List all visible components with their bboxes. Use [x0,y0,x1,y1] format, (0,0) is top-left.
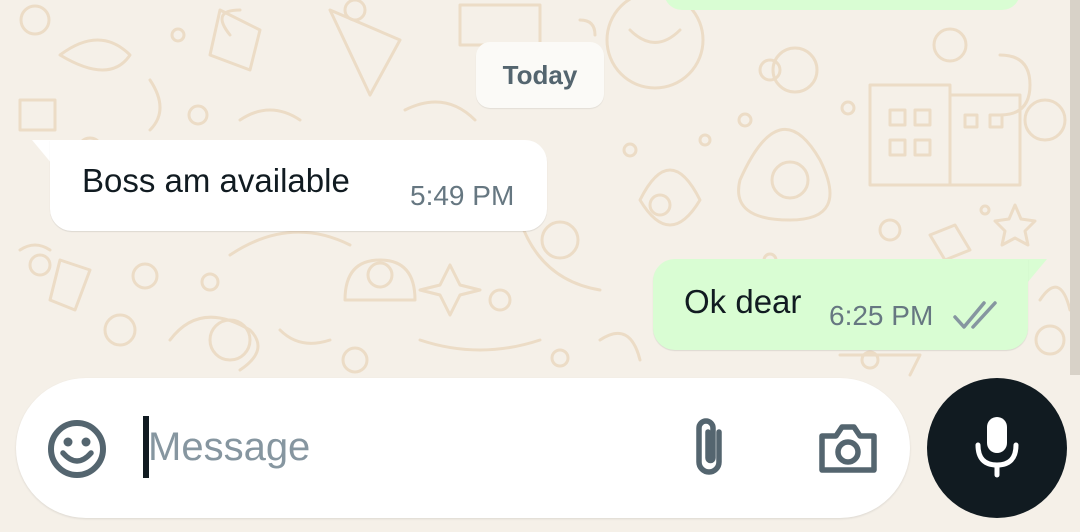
read-ticks-icon [953,301,997,329]
chat-scrollbar[interactable] [1070,0,1080,375]
microphone-icon [975,417,1019,478]
message-text: Boss am available [82,162,350,199]
message-time: 6:25 PM [829,300,934,331]
emoji-icon[interactable] [44,416,110,482]
outgoing-bubble-tail [1027,259,1047,283]
message-text: Ok dear [684,283,802,320]
outgoing-message-bubble[interactable]: Ok dear 6:25 PM [653,259,1028,350]
message-composer [16,378,910,518]
incoming-message-bubble[interactable]: Boss am available 5:49 PM [50,140,547,231]
date-separator-label: Today [502,59,578,90]
date-separator: Today [476,42,604,108]
previous-message-bubble [664,0,1020,10]
microphone-button[interactable] [927,378,1067,518]
message-input[interactable] [148,412,668,482]
incoming-bubble-tail [32,140,52,164]
chat-screen: { "chat": { "date_separator": "Today", "… [0,0,1080,532]
message-time: 5:49 PM [410,180,515,211]
camera-icon[interactable] [816,418,880,478]
paperclip-icon[interactable] [686,414,732,480]
